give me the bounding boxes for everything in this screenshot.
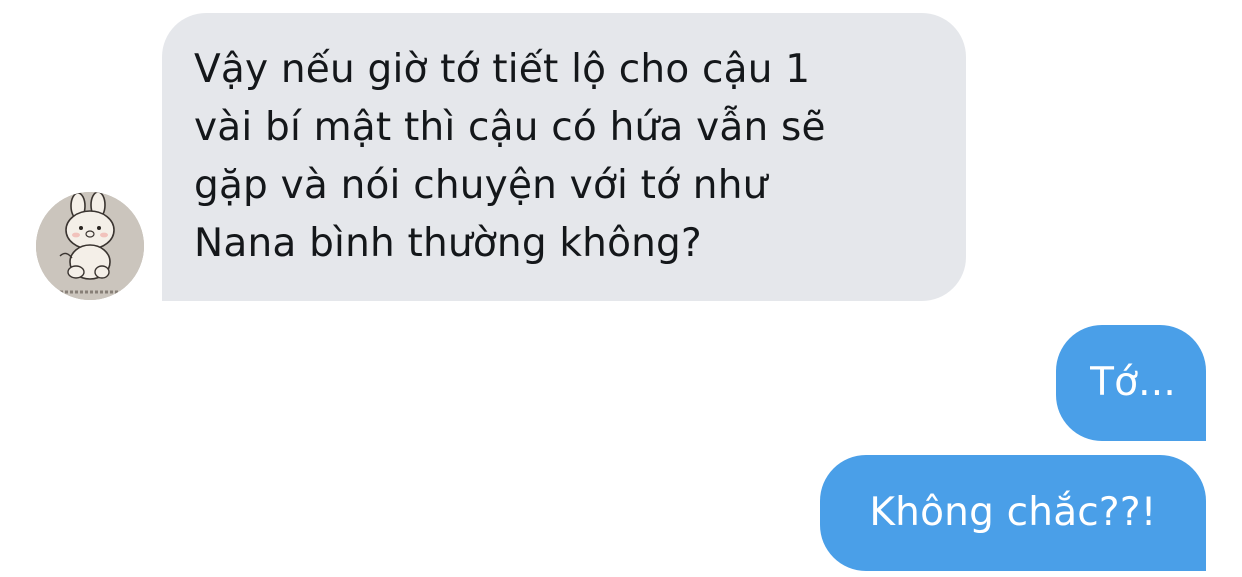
incoming-message-bubble[interactable]: Vậy nếu giờ tớ tiết lộ cho cậu 1 vài bí … — [162, 13, 966, 301]
bunny-avatar-icon — [36, 192, 144, 300]
incoming-message-line: gặp và nói chuyện với tớ như — [194, 163, 768, 208]
avatar[interactable] — [36, 192, 144, 300]
outgoing-message-bubble[interactable]: Không chắc??! — [820, 455, 1206, 571]
incoming-message-line: Nana bình thường không? — [194, 221, 702, 266]
incoming-message-line: vài bí mật thì cậu có hứa vẫn sẽ — [194, 105, 826, 150]
outgoing-message-text: Không chắc??! — [869, 490, 1157, 535]
outgoing-message-bubble[interactable]: Tớ... — [1056, 325, 1206, 441]
chat-conversation: Vậy nếu giờ tớ tiết lộ cho cậu 1 vài bí … — [0, 0, 1242, 577]
outgoing-message-text: Tớ... — [1090, 360, 1176, 405]
incoming-message-line: Vậy nếu giờ tớ tiết lộ cho cậu 1 — [194, 47, 811, 92]
